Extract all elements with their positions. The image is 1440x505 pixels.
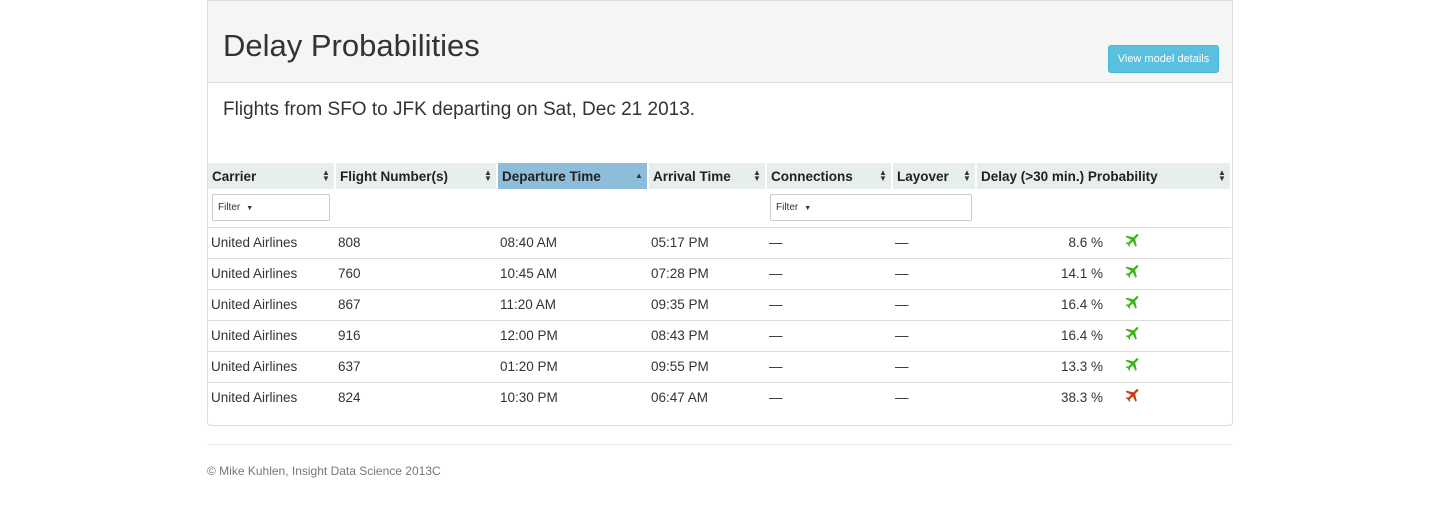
sort-both-icon: ▲ ▼ [879,168,887,183]
view-model-details-button[interactable]: View model details [1108,45,1219,73]
flight-number-cell: 637 [335,351,497,383]
carrier-cell: United Airlines [208,227,335,259]
column-header-delay-probability[interactable]: Delay (>30 min.) Probability ▲ ▼ [976,163,1232,189]
arrival-time-cell: 09:35 PM [648,289,766,321]
arrival-time-cell: 06:47 AM [651,390,709,406]
arrival-time-cell: 07:28 PM [648,258,766,290]
sort-both-icon: ▲ ▼ [753,168,761,183]
flights-table-wrapper: Carrier ▲ ▼ Flight Number(s) ▲ ▼ Departure T… [208,163,1232,413]
arrival-time-cell: 08:43 PM [648,320,766,352]
flight-number-cell: 808 [335,227,497,259]
column-header-connections[interactable]: Connections ▲ ▼ [766,163,893,189]
column-header-departure-time[interactable]: Departure Time ▲ [497,163,649,189]
connections-filter-dropdown[interactable]: Filter ▼ [770,194,972,222]
page-title: Delay Probabilities [223,28,480,63]
filter-row: Filter ▼ Filter ▼ [208,189,1231,228]
connections-cell: — [766,351,892,383]
results-panel: Delay Probabilities View model details F… [207,0,1233,426]
column-header-layover[interactable]: Layover ▲ ▼ [892,163,977,189]
carrier-cell: United Airlines [208,351,335,383]
delay-probability-cell: 16.4 % [1060,297,1103,312]
flight-number-cell: 760 [335,258,497,290]
flight-number-cell: 867 [335,289,497,321]
footer-divider [207,444,1233,445]
table-row: United Airlines 916 12:00 PM 08:43 PM — —16.4… [208,320,1231,352]
connections-cell: — [766,227,892,259]
arrival-time-cell: 05:17 PM [648,227,766,259]
table-row: United Airlines 808 08:40 AM 05:17 PM — —8.6 … [208,227,1231,259]
connections-cell: — [766,289,892,321]
delay-probability-cell: 38.3 % [1060,390,1103,406]
caret-down-icon: ▼ [804,205,812,213]
panel-heading: Delay Probabilities View model details [208,1,1232,83]
delay-probability-cell: 16.4 % [1060,328,1103,343]
departure-time-cell: 11:20 AM [497,289,648,321]
layover-cell: — [892,351,976,383]
delay-probability-cell: 14.1 % [1060,266,1103,281]
flights-table: Carrier ▲ ▼ Flight Number(s) ▲ ▼ Departure T… [208,163,1232,413]
layover-cell: — [892,258,976,290]
flight-number-cell: 916 [335,320,497,352]
departure-time-cell: 10:30 PM [500,390,558,406]
column-header-arrival-time[interactable]: Arrival Time ▲ ▼ [648,163,767,189]
footer-copyright: © Mike Kuhlen, Insight Data Science 2013… [207,464,441,478]
connections-cell: — [766,258,892,290]
green-plane-icon [1123,293,1143,311]
connections-cell: — [769,390,783,406]
layover-cell: — [892,289,976,321]
layover-cell: — [892,227,976,259]
sort-ascending-icon: ▲ [635,171,643,180]
green-plane-icon [1123,231,1143,249]
green-plane-icon [1123,324,1143,342]
connections-cell: — [766,320,892,352]
carrier-filter-dropdown[interactable]: Filter ▼ [212,194,330,222]
table-row: United Airlines 824 10:30 PM 06:47 AM — — 38.3… [208,382,1231,413]
departure-time-cell: 01:20 PM [497,351,648,383]
column-header-carrier[interactable]: Carrier ▲ ▼ [208,163,336,189]
carrier-cell: United Airlines [208,320,335,352]
sort-both-icon: ▲ ▼ [322,168,330,183]
table-row: United Airlines 760 10:45 AM 07:28 PM — —14.1… [208,258,1231,290]
departure-time-cell: 10:45 AM [497,258,648,290]
sort-both-icon: ▲ ▼ [963,168,971,183]
route-subtitle: Flights from SFO to JFK departing on Sat… [223,99,696,120]
delay-probability-cell: 13.3 % [1060,359,1103,374]
layover-cell: — [895,390,909,406]
carrier-cell: United Airlines [208,258,335,290]
sort-both-icon: ▲ ▼ [1218,168,1226,183]
green-plane-icon [1123,355,1143,373]
caret-down-icon: ▼ [246,205,254,213]
carrier-cell: United Airlines [211,390,298,406]
delay-probability-cell: 8.6 % [1068,235,1103,250]
green-plane-icon [1123,262,1143,280]
departure-time-cell: 12:00 PM [497,320,648,352]
layover-cell: — [892,320,976,352]
table-row: United Airlines 637 01:20 PM 09:55 PM — —13.3… [208,351,1231,383]
arrival-time-cell: 09:55 PM [648,351,766,383]
table-row: United Airlines 867 11:20 AM 09:35 PM — —16.4… [208,289,1231,321]
sort-both-icon: ▲ ▼ [484,168,492,183]
red-plane-icon [1123,386,1143,404]
column-header-flight-number[interactable]: Flight Number(s) ▲ ▼ [335,163,498,189]
flight-number-cell: 824 [338,390,361,406]
carrier-cell: United Airlines [208,289,335,321]
departure-time-cell: 08:40 AM [497,227,648,259]
